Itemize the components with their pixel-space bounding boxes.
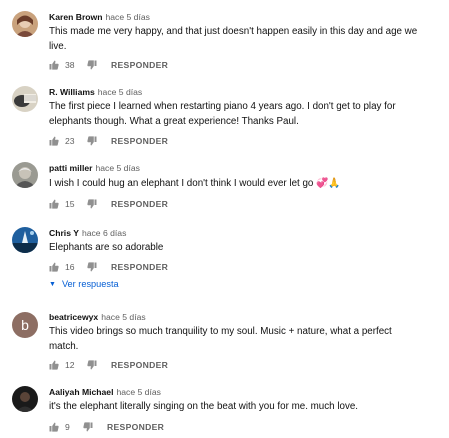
thumbs-down-icon[interactable] <box>87 360 97 370</box>
author-name[interactable]: patti miller <box>49 163 92 173</box>
comment-line: Elephants are so adorable <box>49 242 164 253</box>
reply-button[interactable]: RESPONDER <box>111 199 168 209</box>
author-line: R. Williams hace 5 días <box>49 86 142 98</box>
comment-line: This made me very happy, and that just d… <box>49 26 418 37</box>
comment-time[interactable]: hace 6 días <box>82 228 126 238</box>
thumbs-up-icon[interactable] <box>49 136 59 146</box>
like-count: 12 <box>65 360 75 370</box>
avatar[interactable]: b <box>12 312 38 338</box>
like-count: 23 <box>65 136 75 146</box>
thumbs-down-icon[interactable] <box>83 422 93 432</box>
reply-button[interactable]: RESPONDER <box>111 360 168 370</box>
comment-line: it's the elephant literally singing on t… <box>49 401 359 412</box>
thumbs-down-icon[interactable] <box>87 136 97 146</box>
like-count: 9 <box>65 422 70 432</box>
comment-time[interactable]: hace 5 días <box>105 12 149 22</box>
comment-actions: 15 RESPONDER <box>49 197 168 211</box>
avatar[interactable] <box>12 162 38 188</box>
comment-actions: 16 RESPONDER <box>49 260 168 274</box>
avatar[interactable] <box>12 386 38 412</box>
like-count: 15 <box>65 199 75 209</box>
comment-time[interactable]: hace 5 días <box>116 387 160 397</box>
comment-actions: 12 RESPONDER <box>49 358 168 372</box>
comment-time[interactable]: hace 5 días <box>95 163 139 173</box>
comment-time[interactable]: hace 5 días <box>101 312 145 322</box>
comment-line: match. <box>49 341 79 352</box>
comment-text: I wish I could hug an elephant I don't t… <box>49 176 429 191</box>
like-count: 38 <box>65 60 75 70</box>
chevron-down-icon: ▼ <box>49 280 56 288</box>
avatar-letter: b <box>21 317 29 333</box>
reply-button[interactable]: RESPONDER <box>107 422 164 432</box>
thumbs-up-icon[interactable] <box>49 360 59 370</box>
author-name[interactable]: Karen Brown <box>49 12 102 22</box>
thumbs-down-icon[interactable] <box>87 60 97 70</box>
author-line: Aaliyah Michael hace 5 días <box>49 386 161 398</box>
author-line: Chris Yhace 6 días <box>49 227 126 239</box>
comment-text: This made me very happy, and that just d… <box>49 24 429 54</box>
avatar[interactable] <box>12 11 38 37</box>
comment-time[interactable]: hace 5 días <box>98 87 142 97</box>
avatar[interactable] <box>12 227 38 253</box>
author-name[interactable]: R. Williams <box>49 87 95 97</box>
thumbs-down-icon[interactable] <box>87 262 97 272</box>
thumbs-down-icon[interactable] <box>87 199 97 209</box>
comment-line: I wish I could hug an elephant I don't t… <box>49 178 341 189</box>
comment-actions: 23 RESPONDER <box>49 134 168 148</box>
comment-line: elephants though. What a great experienc… <box>49 116 299 127</box>
comment-text: The first piece I learned when restartin… <box>49 99 429 129</box>
author-line: Karen Brown hace 5 días <box>49 11 150 23</box>
like-count: 16 <box>65 262 75 272</box>
author-name[interactable]: beatricewyx <box>49 312 98 322</box>
view-replies-button[interactable]: ▼ Ver respuesta <box>49 279 119 289</box>
view-replies-label: Ver respuesta <box>61 279 119 289</box>
thumbs-up-icon[interactable] <box>49 422 59 432</box>
comment-actions: 38 RESPONDER <box>49 58 168 72</box>
thumbs-up-icon[interactable] <box>49 199 59 209</box>
reply-button[interactable]: RESPONDER <box>111 136 168 146</box>
author-line: beatricewyx hace 5 días <box>49 311 146 323</box>
author-name[interactable]: Chris Y <box>49 228 79 238</box>
author-name[interactable]: Aaliyah Michael <box>49 387 113 397</box>
reply-button[interactable]: RESPONDER <box>111 60 168 70</box>
reply-button[interactable]: RESPONDER <box>111 262 168 272</box>
comment-actions: 9 RESPONDER <box>49 420 164 434</box>
comment-line: live. <box>49 41 67 52</box>
thumbs-up-icon[interactable] <box>49 262 59 272</box>
comment-line: The first piece I learned when restartin… <box>49 101 396 112</box>
author-line: patti miller hace 5 días <box>49 162 140 174</box>
comment-text: Elephants are so adorable <box>49 240 429 255</box>
comment-line: This video brings so much tranquility to… <box>49 326 392 337</box>
comment-text: it's the elephant literally singing on t… <box>49 399 429 414</box>
comment-text: This video brings so much tranquility to… <box>49 324 429 354</box>
thumbs-up-icon[interactable] <box>49 60 59 70</box>
avatar[interactable] <box>12 86 38 112</box>
